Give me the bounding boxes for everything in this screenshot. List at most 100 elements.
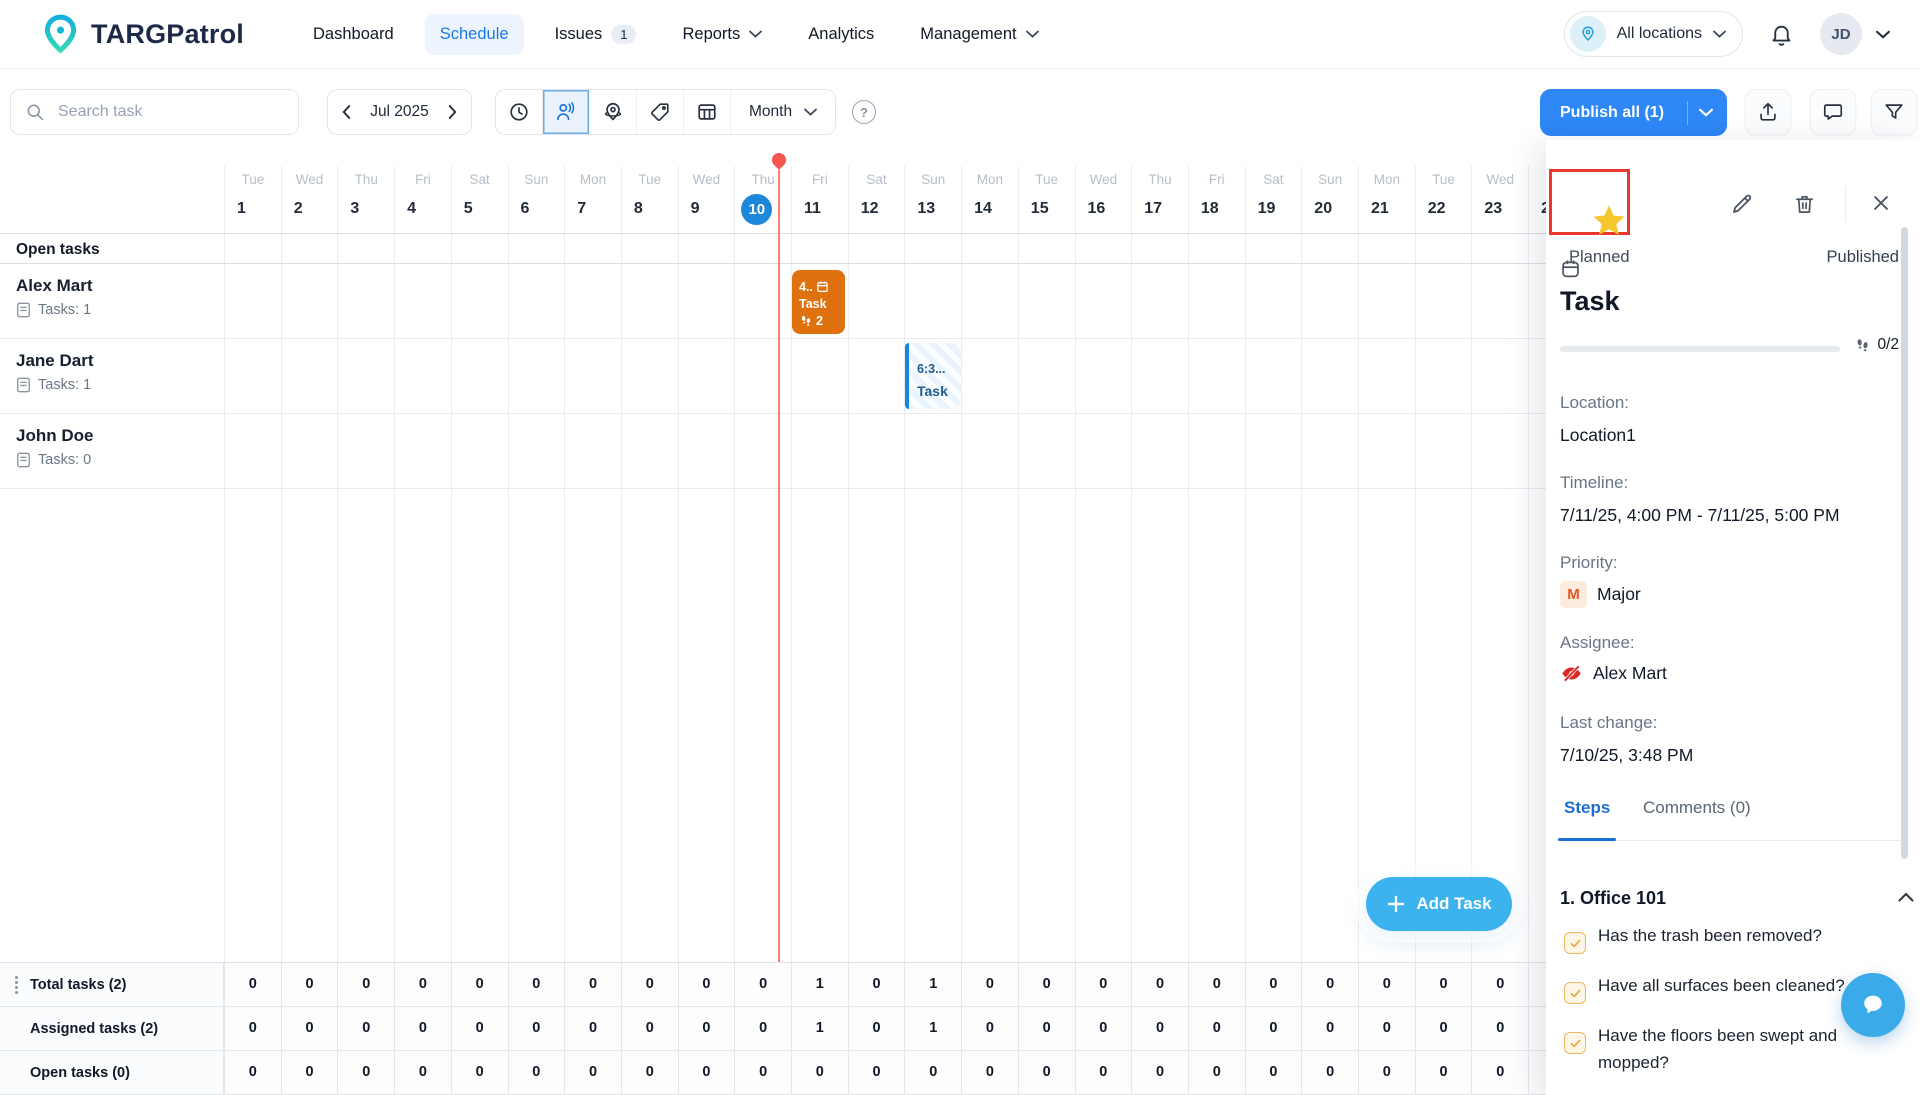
nav-analytics[interactable]: Analytics [793, 14, 889, 55]
add-task-button[interactable]: Add Task [1366, 877, 1512, 931]
topnav-right: All locations JD [1564, 11, 1894, 57]
nav-dashboard[interactable]: Dashboard [298, 14, 409, 55]
nav-management[interactable]: Management [905, 14, 1053, 55]
grid-line [0, 413, 1585, 414]
summary-cell: 0 [1188, 963, 1245, 1006]
day-of-week-label: Tue [622, 172, 678, 187]
summary-cell: 0 [1358, 963, 1415, 1006]
summary-cell: 0 [1075, 963, 1132, 1006]
last-change-value: 7/10/25, 3:48 PM [1560, 745, 1693, 766]
summary-cell: 0 [678, 1007, 735, 1050]
summary-row-label: Open tasks (0) [0, 1051, 224, 1094]
date-label: 11 [804, 200, 848, 218]
summary-cell: 0 [1471, 963, 1528, 1006]
export-button[interactable] [1745, 89, 1791, 135]
day-column-9: Wed9 [678, 166, 735, 962]
day-column-6: Sun6 [508, 166, 565, 962]
day-of-week-label: Wed [282, 172, 338, 187]
assignee-view-button[interactable] [543, 90, 590, 134]
publish-all-button[interactable]: Publish all (1) [1540, 89, 1727, 136]
task-bar-blue[interactable]: 6:3... Task [905, 343, 961, 409]
time-view-button[interactable] [496, 90, 543, 134]
today-date-badge: 10 [741, 194, 772, 225]
zoom-level-select[interactable]: Month [731, 90, 835, 134]
day-of-week-label: Tue [1019, 172, 1075, 187]
summary-cell: 0 [1131, 1051, 1188, 1094]
summary-cell: 0 [224, 1007, 281, 1050]
day-column-10: Thu10 [734, 166, 791, 962]
current-period-label[interactable]: Jul 2025 [370, 103, 429, 121]
chevron-down-icon [1699, 108, 1713, 117]
nav-reports[interactable]: Reports [667, 14, 777, 55]
next-period-button[interactable] [444, 101, 461, 123]
day-column-8: Tue8 [621, 166, 678, 962]
summary-cell: 0 [1188, 1007, 1245, 1050]
day-of-week-label: Sat [1246, 172, 1302, 187]
user-avatar[interactable]: JD [1820, 13, 1862, 55]
location-selector[interactable]: All locations [1564, 11, 1743, 57]
day-of-week-label: Sat [452, 172, 508, 187]
step-checkbox[interactable] [1564, 1032, 1586, 1054]
calendar-view-button[interactable] [684, 90, 731, 134]
summary-cell: 0 [564, 1007, 621, 1050]
users-icon [555, 101, 577, 123]
date-label: 23 [1484, 200, 1528, 218]
steps-section-header[interactable]: 1. Office 101 [1560, 888, 1666, 909]
document-icon [16, 452, 31, 468]
chevron-down-icon [804, 108, 817, 116]
step-checkbox[interactable] [1564, 932, 1586, 954]
tag-view-button[interactable] [637, 90, 684, 134]
summary-cell: 0 [678, 963, 735, 1006]
drag-handle-icon[interactable] [15, 976, 18, 979]
panel-scrollbar[interactable] [1901, 227, 1908, 859]
notifications-bell-icon[interactable] [1765, 18, 1798, 51]
nav-schedule[interactable]: Schedule [425, 14, 524, 55]
chat-bubble-icon [1822, 101, 1844, 123]
date-label: 22 [1428, 200, 1472, 218]
day-column-20: Sun20 [1301, 166, 1358, 962]
publish-state-label: Published [1827, 248, 1899, 267]
location-view-button[interactable] [590, 90, 637, 134]
day-of-week-label: Thu [1132, 172, 1188, 187]
main-nav: Dashboard Schedule Issues 1 Reports Anal… [298, 14, 1054, 55]
filter-button[interactable] [1871, 89, 1917, 135]
day-column-23: Wed23 [1471, 166, 1528, 962]
task-bar-orange[interactable]: 4.. Task 2 [792, 270, 845, 334]
status-row: Planned Published [1560, 248, 1899, 267]
comments-button[interactable] [1810, 89, 1856, 135]
day-column-21: Mon21 [1358, 166, 1415, 962]
summary-cell: 0 [791, 1051, 848, 1094]
support-chat-button[interactable] [1841, 973, 1905, 1037]
step-text: Has the trash been removed? [1598, 922, 1900, 949]
resource-row-john-doe: John Doe Tasks: 0 [16, 426, 240, 468]
edit-button[interactable] [1728, 190, 1732, 194]
field-label: Last change: [1560, 713, 1657, 733]
prev-period-button[interactable] [338, 101, 355, 123]
document-icon [16, 302, 31, 318]
summary-cell: 0 [451, 1051, 508, 1094]
step-checkbox[interactable] [1564, 982, 1586, 1004]
summary-cell: 0 [848, 1051, 905, 1094]
user-menu-chevron-icon[interactable] [1872, 26, 1894, 43]
summary-cell: 0 [337, 1051, 394, 1094]
view-mode-group: Month [495, 89, 836, 135]
toolbar: Jul 2025 Month ? [0, 68, 1920, 148]
date-label: 18 [1201, 200, 1245, 218]
active-tab-indicator [1558, 838, 1616, 841]
summary-cell: 0 [224, 1051, 281, 1094]
search-box [10, 89, 299, 135]
date-label: 17 [1144, 200, 1188, 218]
delete-button[interactable] [1791, 190, 1795, 194]
nav-issues[interactable]: Issues 1 [540, 14, 652, 55]
brand-name: TARGPatrol [91, 19, 244, 50]
help-icon[interactable]: ? [852, 100, 876, 124]
search-input[interactable] [56, 102, 284, 122]
summary-cell: 0 [1471, 1051, 1528, 1094]
progress-meta: 0/2 [1854, 336, 1899, 354]
day-of-week-label: Wed [1076, 172, 1132, 187]
tab-comments[interactable]: Comments (0) [1643, 798, 1751, 818]
close-panel-button[interactable] [1868, 190, 1872, 194]
tab-steps[interactable]: Steps [1564, 798, 1610, 818]
summary-cell: 0 [281, 1007, 338, 1050]
summary-cell: 0 [621, 1051, 678, 1094]
